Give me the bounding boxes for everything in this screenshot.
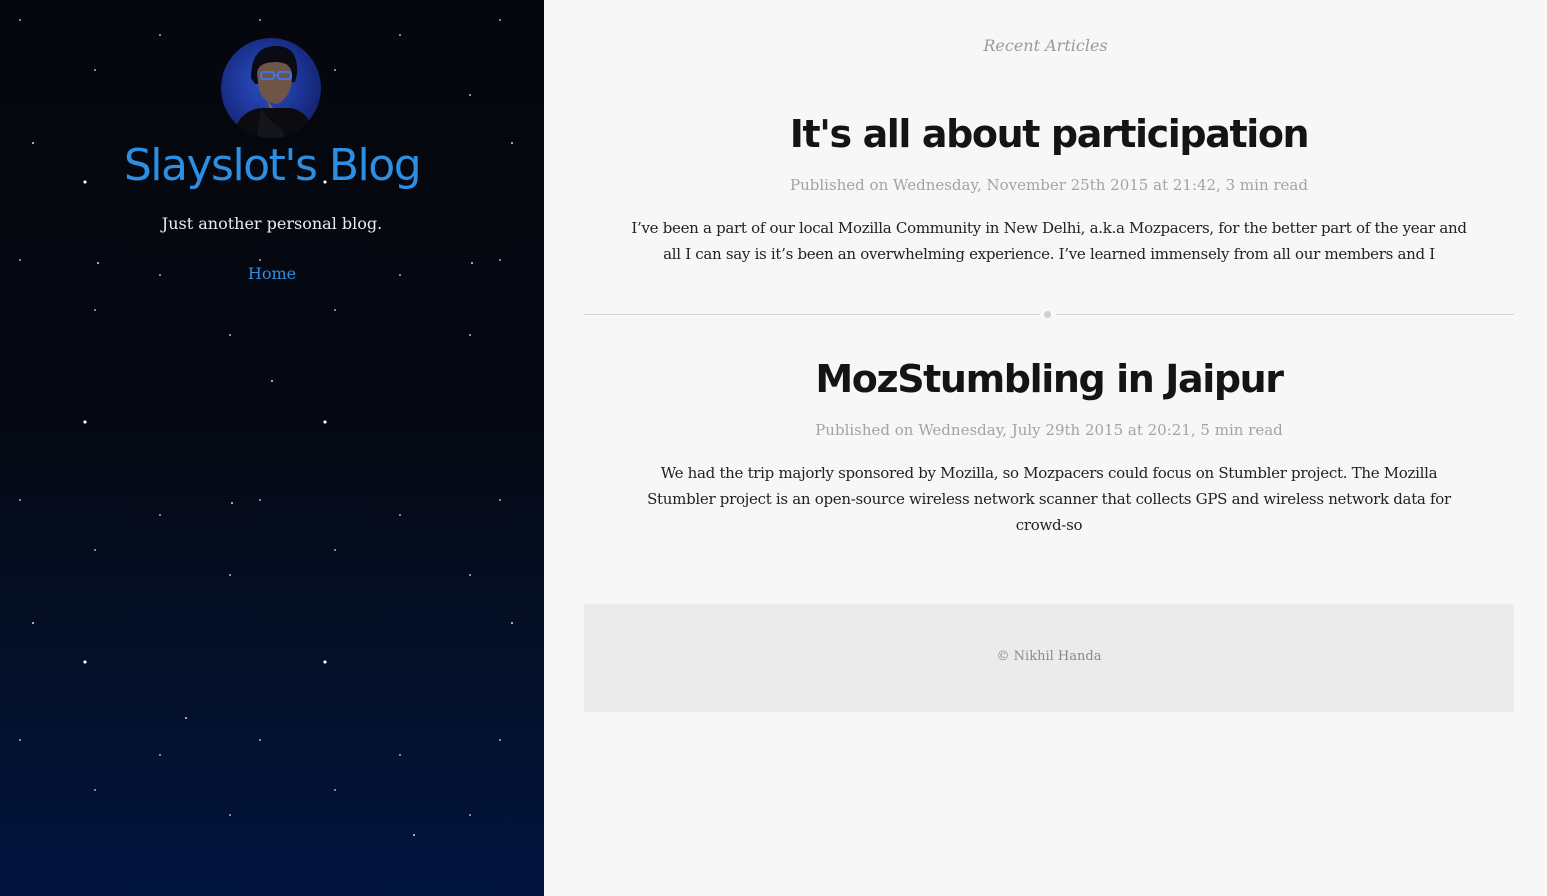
nav-link-home[interactable]: Home — [0, 262, 544, 286]
footer-copyright: © Nikhil Handa — [996, 649, 1102, 664]
blog-tagline: Just another personal blog. — [161, 214, 383, 233]
sidebar: Slayslot's Blog Just another personal bl… — [0, 0, 544, 896]
article-card: It's all about participation Published o… — [628, 110, 1470, 267]
divider-line — [584, 314, 1040, 315]
article-card: MozStumbling in Jaipur Published on Wedn… — [628, 355, 1470, 538]
article-excerpt: I’ve been a part of our local Mozilla Co… — [631, 219, 1467, 263]
article-title: It's all about participation — [628, 110, 1470, 158]
article-title-link[interactable]: It's all about participation — [790, 112, 1310, 156]
article-meta: Published on Wednesday, November 25th 20… — [790, 176, 1308, 194]
divider-line — [1056, 314, 1514, 315]
article-meta: Published on Wednesday, July 29th 2015 a… — [815, 421, 1283, 439]
article-excerpt: We had the trip majorly sponsored by Moz… — [647, 464, 1451, 534]
blog-title[interactable]: Slayslot's Blog — [0, 138, 544, 194]
main-content: Recent Articles It's all about participa… — [544, 0, 1547, 896]
article-title-link[interactable]: MozStumbling in Jaipur — [815, 357, 1284, 401]
avatar-portrait — [231, 46, 315, 138]
divider-dot — [1044, 311, 1051, 318]
page-footer: © Nikhil Handa — [584, 604, 1514, 712]
article-divider — [584, 309, 1514, 321]
avatar[interactable] — [221, 38, 321, 138]
article-title: MozStumbling in Jaipur — [628, 355, 1470, 403]
section-label: Recent Articles — [983, 36, 1108, 55]
